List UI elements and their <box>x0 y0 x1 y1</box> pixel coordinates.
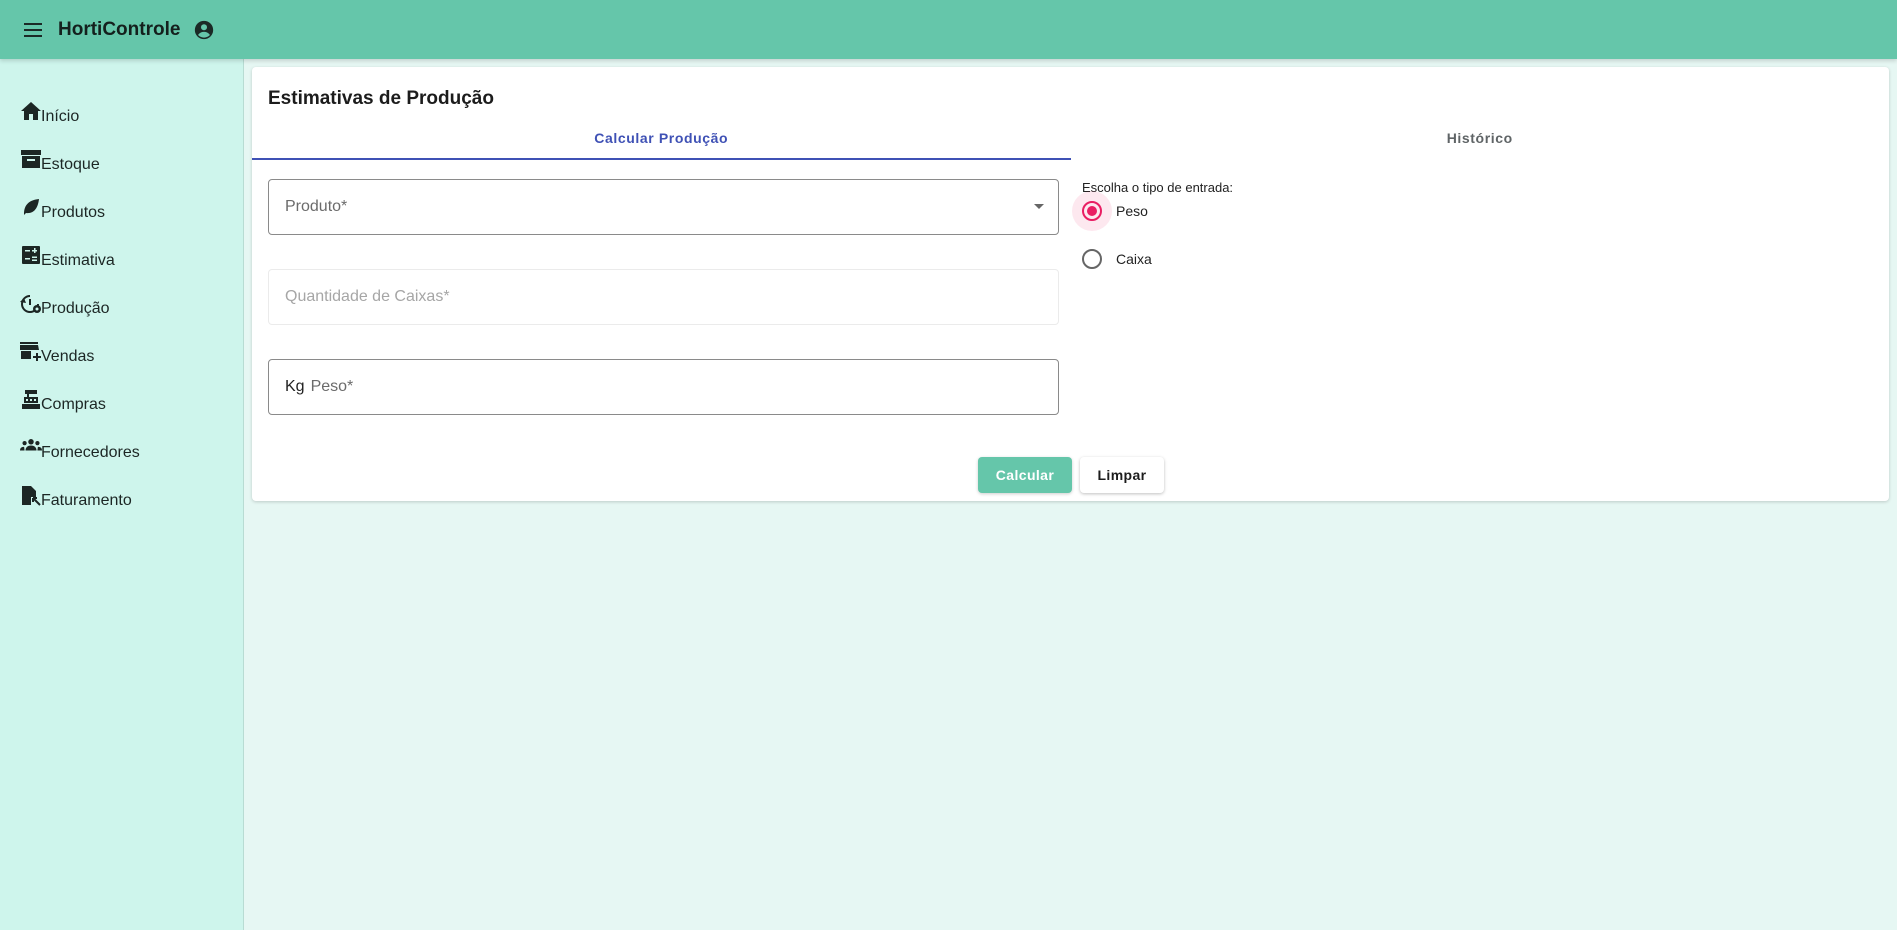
radio-peso[interactable]: Peso <box>1072 191 1148 231</box>
home-icon <box>20 102 42 124</box>
invoice-icon <box>20 486 42 508</box>
sidebar-item-estimativa[interactable]: Estimativa <box>0 228 243 276</box>
radio-label-caixa: Caixa <box>1116 251 1152 267</box>
tab-calcular-producao[interactable]: Calcular Produção <box>252 116 1071 160</box>
radio-halo <box>1072 239 1112 279</box>
sidebar-item-estoque[interactable]: Estoque <box>0 132 243 180</box>
radio-unchecked-icon <box>1082 249 1102 269</box>
calcular-button[interactable]: Calcular <box>978 457 1072 493</box>
history-settings-icon <box>20 294 42 316</box>
sidebar-item-produtos[interactable]: Produtos <box>0 180 243 228</box>
produto-select[interactable]: Produto* <box>268 179 1059 235</box>
groups-icon <box>20 438 42 460</box>
sidebar-item-label: Fornecedores <box>41 444 140 461</box>
calculate-icon <box>20 246 42 268</box>
leaf-icon <box>20 198 42 220</box>
app-toolbar: HortiControle <box>0 0 1897 59</box>
sidebar-item-label: Faturamento <box>41 492 132 509</box>
quantidade-caixas-input: Quantidade de Caixas* <box>268 269 1059 325</box>
sidebar-item-label: Estimativa <box>41 252 115 269</box>
sidebar-item-label: Compras <box>41 396 106 413</box>
sidebar-item-label: Estoque <box>41 156 100 173</box>
peso-unit-prefix: Kg <box>285 378 305 395</box>
sidebar-item-inicio[interactable]: Início <box>0 84 243 132</box>
entry-type-radio-group: Escolha o tipo de entrada: Peso Caixa <box>1072 180 1233 269</box>
app-title: HortiControle <box>58 18 181 40</box>
peso-input[interactable]: Kg Peso* <box>268 359 1059 415</box>
cash-register-icon <box>20 390 42 412</box>
radio-caixa[interactable]: Caixa <box>1082 239 1152 279</box>
sidebar-item-label: Produtos <box>41 204 106 221</box>
sidebar-item-label: Início <box>41 108 80 125</box>
sidebar-item-label: Produção <box>41 300 110 317</box>
sidebar-item-label: Vendas <box>41 348 95 365</box>
radio-checked-icon <box>1082 201 1102 221</box>
menu-icon[interactable] <box>22 18 46 42</box>
archive-icon <box>20 150 42 172</box>
tab-bar: Calcular Produção Histórico <box>252 116 1889 160</box>
sidebar-item-producao[interactable]: Produção <box>0 276 243 324</box>
dropdown-arrow-icon <box>1034 204 1044 209</box>
sidebar-item-fornecedores[interactable]: Fornecedores <box>0 420 243 468</box>
sidebar-item-vendas[interactable]: Vendas <box>0 324 243 372</box>
account-circle-icon[interactable] <box>192 18 216 42</box>
produto-placeholder: Produto* <box>285 198 348 215</box>
radio-halo <box>1072 191 1112 231</box>
page-title: Estimativas de Produção <box>268 88 494 109</box>
radio-label-peso: Peso <box>1116 203 1148 219</box>
sidebar: Início Estoque Produtos Estimativa Produ… <box>0 59 244 930</box>
quantidade-caixas-placeholder: Quantidade de Caixas* <box>285 288 450 305</box>
peso-placeholder: Peso* <box>310 378 354 395</box>
tab-historico[interactable]: Histórico <box>1071 116 1890 160</box>
sidebar-item-faturamento[interactable]: Faturamento <box>0 468 243 516</box>
estimate-card: Estimativas de Produção Calcular Produçã… <box>252 67 1889 501</box>
store-add-icon <box>20 342 42 364</box>
limpar-button[interactable]: Limpar <box>1080 457 1164 493</box>
sidebar-item-compras[interactable]: Compras <box>0 372 243 420</box>
